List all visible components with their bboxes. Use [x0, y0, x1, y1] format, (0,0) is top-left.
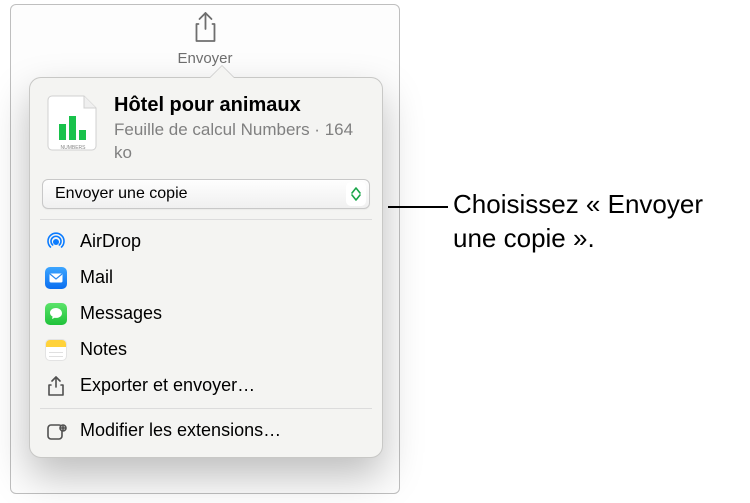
popover-header: NUMBERS Hôtel pour animaux Feuille de ca… [30, 78, 382, 179]
edit-extensions[interactable]: Modifier les extensions… [30, 413, 382, 449]
send-mode-dropdown[interactable]: Envoyer une copie [42, 179, 370, 209]
mail-icon [44, 266, 68, 290]
extensions-icon [44, 419, 68, 443]
dropdown-label: Envoyer une copie [55, 185, 188, 203]
share-option-label: AirDrop [80, 231, 141, 252]
document-title: Hôtel pour animaux [114, 94, 366, 117]
airdrop-icon [44, 230, 68, 254]
share-option-label: Notes [80, 339, 127, 360]
share-option-label: Exporter et envoyer… [80, 375, 255, 396]
share-toolbar-label: Envoyer [177, 50, 232, 67]
separator [40, 408, 372, 409]
background-window: Envoyer NUMBERS Hôtel pour animaux Feuil… [10, 4, 400, 494]
share-popover: NUMBERS Hôtel pour animaux Feuille de ca… [29, 77, 383, 458]
export-icon [44, 374, 68, 398]
share-option-export[interactable]: Exporter et envoyer… [30, 368, 382, 404]
share-option-label: Messages [80, 303, 162, 324]
share-icon [177, 11, 232, 48]
updown-arrows-icon [346, 182, 366, 206]
share-option-messages[interactable]: Messages [30, 296, 382, 332]
document-subtitle: Feuille de calcul Numbers · 164 ko [114, 119, 366, 165]
share-option-airdrop[interactable]: AirDrop [30, 224, 382, 260]
callout-text: Choisissez « Envoyer une copie ». [453, 188, 743, 256]
separator [40, 219, 372, 220]
edit-extensions-label: Modifier les extensions… [80, 420, 281, 441]
share-option-label: Mail [80, 267, 113, 288]
messages-icon [44, 302, 68, 326]
share-option-notes[interactable]: Notes [30, 332, 382, 368]
share-option-mail[interactable]: Mail [30, 260, 382, 296]
numbers-file-icon: NUMBERS [46, 94, 100, 152]
share-toolbar-button[interactable]: Envoyer [177, 11, 232, 68]
svg-text:NUMBERS: NUMBERS [60, 145, 86, 151]
callout-leader-line [388, 206, 448, 208]
notes-icon [44, 338, 68, 362]
